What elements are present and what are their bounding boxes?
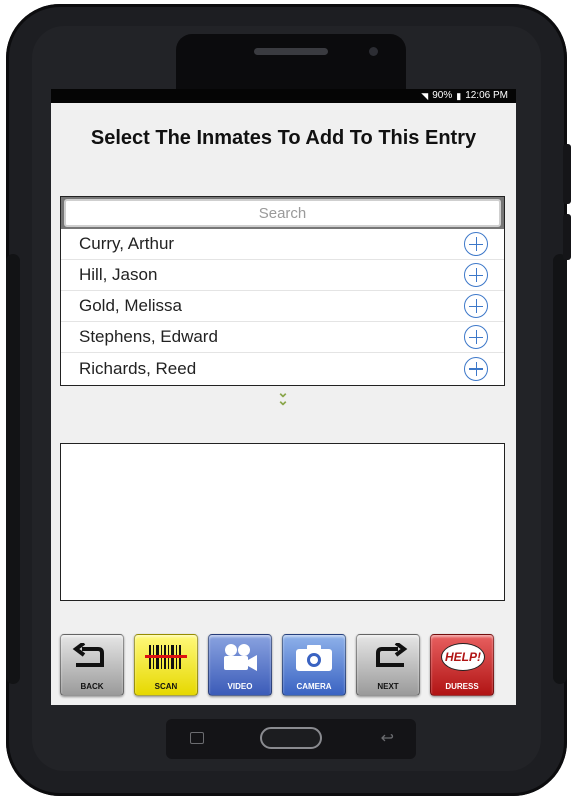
next-button[interactable]: NEXT [356,634,420,696]
add-circle-icon[interactable] [464,232,488,256]
battery-icon: ▮ [456,91,462,101]
video-camera-icon [224,644,257,671]
app-screen: ◥ 90% ▮ 12:06 PM Select The Inmates To A… [51,89,516,705]
page-title: Select The Inmates To Add To This Entry [90,127,477,149]
inmate-name: Stephens, Edward [79,327,218,346]
power-button [563,214,571,260]
inmate-name: Gold, Melissa [79,296,182,315]
wifi-icon: ◥ [421,91,429,101]
status-bar: ◥ 90% ▮ 12:06 PM [51,89,516,103]
video-button[interactable]: VIDEO [208,634,272,696]
scan-button[interactable]: SCAN [134,634,198,696]
list-item[interactable]: Richards, Reed [61,353,504,384]
duress-label: DURESS [445,682,479,691]
list-item[interactable]: Stephens, Edward [61,322,504,353]
duress-button[interactable]: HELP! DURESS [430,634,494,696]
double-chevron-down-icon[interactable]: ⌄ ⌄ [273,385,293,407]
add-circle-icon[interactable] [464,263,488,287]
camera-icon [296,645,332,671]
add-circle-icon[interactable] [464,325,488,349]
add-circle-icon[interactable] [464,294,488,318]
list-item[interactable]: Hill, Jason [61,260,504,291]
front-camera-icon [369,47,378,56]
battery-percent: 90% [432,90,453,101]
camera-button[interactable]: CAMERA [282,634,346,696]
right-bumper [553,254,567,684]
back-label: BACK [80,682,104,691]
video-label: VIDEO [227,682,253,691]
home-button[interactable] [260,727,322,749]
inmate-name: Curry, Arthur [79,234,175,253]
hardware-nav-bar: ↩ [166,719,416,759]
inmate-name: Hill, Jason [79,265,158,284]
list-item[interactable]: Gold, Melissa [61,291,504,322]
speaker-grille [254,48,328,55]
inmate-name: Richards, Reed [79,358,197,378]
recent-apps-icon[interactable] [190,732,204,744]
selected-inmates-panel [60,443,505,601]
bottom-toolbar: BACK SCAN VIDEO CAMERA NEXT HELP! DURESS [60,634,508,698]
add-circle-icon[interactable] [464,356,488,381]
search-bar [61,197,504,229]
barcode-icon [145,645,187,669]
next-label: NEXT [377,682,399,691]
next-arrow-icon [376,643,408,667]
clock: 12:06 PM [465,90,508,101]
back-arrow-icon [72,643,104,667]
left-bumper [6,254,20,684]
help-bubble-icon: HELP! [441,643,485,671]
list-item[interactable]: Curry, Arthur [61,229,504,260]
scan-label: SCAN [154,682,178,691]
back-button[interactable]: BACK [60,634,124,696]
volume-button [563,144,571,204]
search-input[interactable] [64,199,501,227]
camera-label: CAMERA [296,682,332,691]
inmate-list: Curry, Arthur Hill, Jason Gold, Melissa … [60,196,505,386]
camera-housing [176,34,406,96]
back-arrow-icon[interactable]: ↩ [381,728,394,748]
